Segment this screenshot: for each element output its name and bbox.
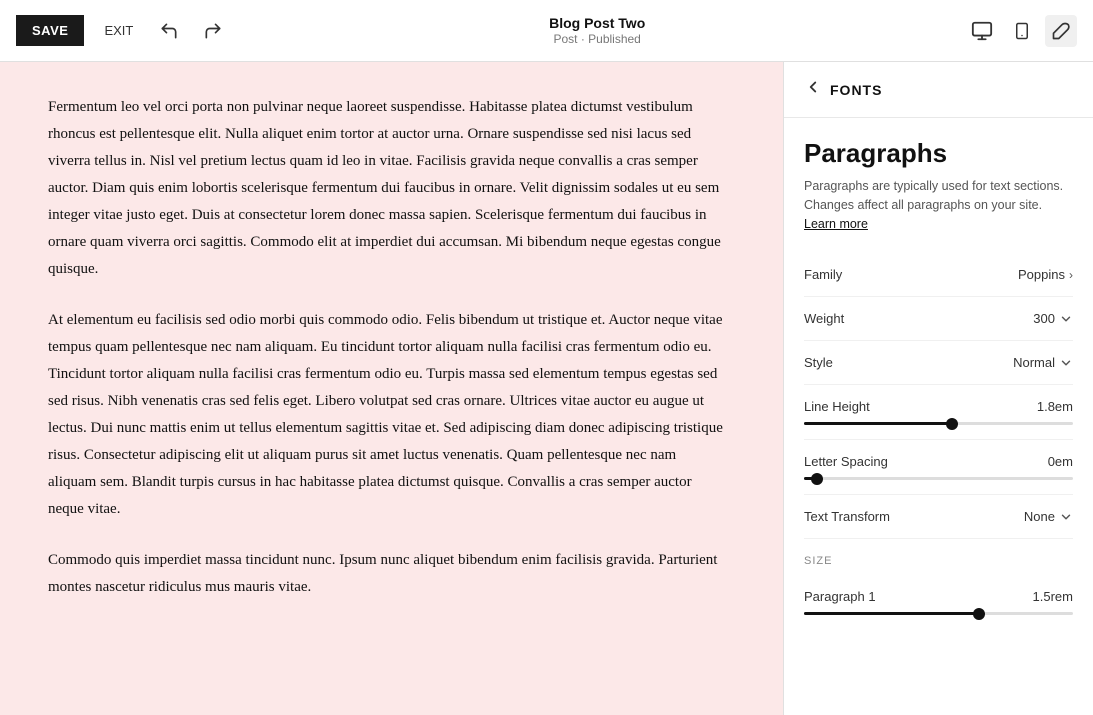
content-area: Fermentum leo vel orci porta non pulvina… [0, 62, 783, 715]
mobile-view-button[interactable] [1007, 14, 1037, 48]
text-transform-row: Text Transform None [804, 495, 1073, 539]
paragraph1-section: Paragraph 1 1.5rem [804, 575, 1073, 629]
main-layout: Fermentum leo vel orci porta non pulvina… [0, 62, 1093, 715]
style-chevron-icon [1059, 356, 1073, 370]
paragraph1-track[interactable] [804, 612, 1073, 615]
text-transform-chevron-icon [1059, 510, 1073, 524]
desktop-icon [971, 20, 993, 42]
text-transform-selector[interactable]: None [1024, 509, 1073, 524]
line-height-section: Line Height 1.8em [804, 385, 1073, 440]
line-height-track[interactable] [804, 422, 1073, 425]
family-label: Family [804, 267, 842, 282]
weight-row: Weight 300 [804, 297, 1073, 341]
letter-spacing-thumb[interactable] [811, 473, 823, 485]
letter-spacing-value: 0em [1048, 454, 1073, 469]
sidebar-header: FONTS [784, 62, 1093, 118]
size-section: SIZE Paragraph 1 1.5rem [804, 539, 1073, 629]
size-section-label: SIZE [804, 555, 1073, 567]
undo-button[interactable] [153, 15, 185, 47]
weight-chevron-icon [1059, 312, 1073, 326]
style-value: Normal [1013, 355, 1055, 370]
fonts-panel-button[interactable] [1045, 15, 1077, 47]
line-height-value: 1.8em [1037, 399, 1073, 414]
line-height-label: Line Height [804, 399, 870, 414]
content-text: Fermentum leo vel orci porta non pulvina… [48, 94, 728, 601]
letter-spacing-track[interactable] [804, 477, 1073, 480]
mobile-icon [1013, 20, 1031, 42]
paragraph1-fill [804, 612, 979, 615]
line-height-fill [804, 422, 952, 425]
back-arrow-icon [804, 78, 822, 96]
desktop-view-button[interactable] [965, 14, 999, 48]
paragraph-3: Commodo quis imperdiet massa tincidunt n… [48, 547, 728, 601]
topbar-center: Blog Post Two Post · Published [241, 14, 953, 48]
paint-icon [1051, 21, 1071, 41]
sidebar-title: FONTS [830, 82, 882, 98]
sidebar: FONTS Paragraphs Paragraphs are typicall… [783, 62, 1093, 715]
weight-label: Weight [804, 311, 844, 326]
topbar-subtitle: Post · Published [553, 32, 640, 48]
style-selector[interactable]: Normal [1013, 355, 1073, 370]
text-transform-value: None [1024, 509, 1055, 524]
paragraph-1: Fermentum leo vel orci porta non pulvina… [48, 94, 728, 283]
topbar-title: Blog Post Two [549, 14, 645, 32]
paragraph1-label: Paragraph 1 [804, 589, 876, 604]
save-button[interactable]: SAVE [16, 15, 84, 46]
topbar: SAVE EXIT Blog Post Two Post · Published [0, 0, 1093, 62]
exit-button[interactable]: EXIT [96, 17, 141, 44]
topbar-right [965, 14, 1077, 48]
family-value: Poppins [1018, 267, 1065, 282]
weight-value: 300 [1033, 311, 1055, 326]
family-chevron-icon: › [1069, 268, 1073, 282]
paragraph1-value: 1.5rem [1033, 589, 1073, 604]
paragraph1-thumb[interactable] [973, 608, 985, 620]
style-label: Style [804, 355, 833, 370]
sidebar-content: Paragraphs Paragraphs are typically used… [784, 118, 1093, 715]
letter-spacing-section: Letter Spacing 0em [804, 440, 1073, 495]
family-selector[interactable]: Poppins › [1018, 267, 1073, 282]
panel-title: Paragraphs [804, 138, 1073, 169]
letter-spacing-label: Letter Spacing [804, 454, 888, 469]
text-transform-label: Text Transform [804, 509, 890, 524]
panel-description: Paragraphs are typically used for text s… [804, 177, 1073, 233]
weight-selector[interactable]: 300 [1033, 311, 1073, 326]
undo-icon [159, 21, 179, 41]
line-height-thumb[interactable] [946, 418, 958, 430]
style-row: Style Normal [804, 341, 1073, 385]
learn-more-link[interactable]: Learn more [804, 217, 868, 231]
family-row: Family Poppins › [804, 253, 1073, 297]
redo-button[interactable] [197, 15, 229, 47]
redo-icon [203, 21, 223, 41]
paragraph-2: At elementum eu facilisis sed odio morbi… [48, 307, 728, 523]
back-button[interactable] [804, 78, 822, 101]
